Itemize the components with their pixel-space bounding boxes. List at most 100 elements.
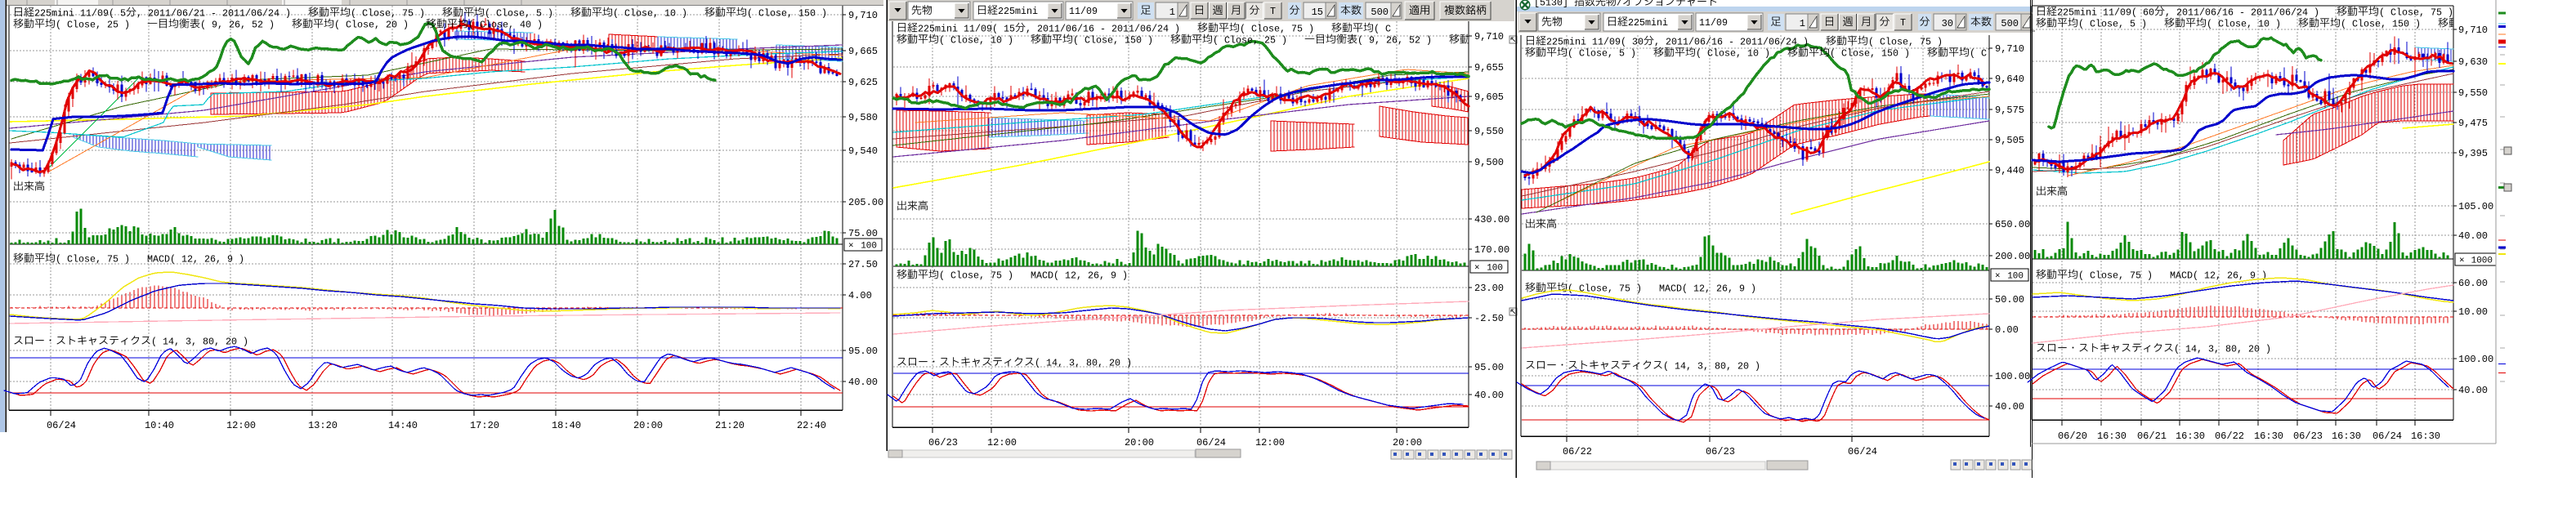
svg-text:75.00: 75.00: [848, 228, 878, 239]
svg-text:9,500: 9,500: [1474, 157, 1504, 168]
svg-text:15: 15: [1312, 7, 1323, 18]
svg-text:225mini 11/09( 30: 225mini 11/09( 30: [1546, 38, 1644, 48]
svg-text:9,665: 9,665: [848, 46, 878, 57]
svg-text:( C: ( C: [1374, 25, 1391, 35]
svg-text:( Close, 20 ): ( Close, 20 ): [334, 20, 426, 31]
svg-text:225mini 11/09( 5: 225mini 11/09( 5: [34, 9, 126, 20]
svg-text:( Close, 75 ): ( Close, 75 ): [1868, 38, 1943, 48]
svg-text:20:00: 20:00: [1125, 437, 1154, 448]
svg-text:×: ×: [2459, 256, 2465, 266]
svg-text:( Close, 40 ): ( Close, 40 ): [468, 20, 543, 31]
svg-text:10:40: 10:40: [145, 420, 174, 431]
svg-text:500: 500: [1371, 7, 1389, 18]
svg-text:16:30: 16:30: [2176, 430, 2205, 442]
svg-text:200.00: 200.00: [1995, 251, 2030, 262]
svg-text:500: 500: [2001, 18, 2019, 29]
svg-text:170.00: 170.00: [1474, 244, 1509, 256]
svg-text:( 14, 3, 80, 20 ): ( 14, 3, 80, 20 ): [151, 337, 248, 348]
svg-text:06/24: 06/24: [2373, 430, 2402, 442]
svg-text:[5130]: [5130]: [1534, 0, 1574, 9]
svg-text:9,655: 9,655: [1474, 62, 1504, 74]
svg-text:12:00: 12:00: [226, 420, 256, 431]
svg-text:23.00: 23.00: [1474, 283, 1504, 294]
svg-text:( Close, 5 ): ( Close, 5 ): [2078, 20, 2164, 30]
svg-text:18:40: 18:40: [552, 420, 581, 431]
svg-text:20:00: 20:00: [633, 420, 663, 431]
svg-text:14:40: 14:40: [388, 420, 418, 431]
svg-text:( Close, 10 ): ( Close, 10 ): [939, 36, 1031, 47]
svg-text:12:00: 12:00: [987, 437, 1017, 448]
svg-text:T: T: [1270, 7, 1276, 17]
svg-text:( Close, 75 ): ( Close, 75 ): [351, 9, 442, 20]
svg-text:( Close, 75 ) MACD( 12, 26,: ( Close, 75 ) MACD( 12, 26, 9 ): [2078, 271, 2267, 282]
svg-text:9,550: 9,550: [1474, 126, 1504, 137]
svg-text:06/24: 06/24: [1848, 446, 1877, 457]
svg-text:9,580: 9,580: [848, 112, 878, 123]
svg-text:9,605: 9,605: [1474, 91, 1504, 103]
svg-text:( 9, 26, 52 ): ( 9, 26, 52 ): [1357, 36, 1449, 47]
svg-text:105.00: 105.00: [2458, 201, 2493, 212]
svg-text:17:20: 17:20: [470, 420, 499, 431]
svg-text:06/22: 06/22: [2215, 430, 2244, 442]
svg-text:( Close, 75 ) MACD( 12, 26,: ( Close, 75 ) MACD( 12, 26, 9 ): [56, 255, 244, 265]
svg-text:×: ×: [1995, 272, 2001, 282]
svg-text:27.50: 27.50: [848, 259, 878, 270]
svg-text:06/23: 06/23: [928, 437, 958, 448]
svg-text:( 9, 26, 52 ): ( 9, 26, 52 ): [200, 20, 292, 31]
svg-text:11/09: 11/09: [1069, 7, 1098, 17]
svg-text:650.00: 650.00: [1995, 219, 2030, 230]
svg-text:( Close, 75 ): ( Close, 75 ): [1240, 25, 1331, 35]
svg-text:( Close, 5 ): ( Close, 5 ): [1568, 49, 1653, 60]
svg-text:9,440: 9,440: [1995, 165, 2024, 176]
svg-text:0.00: 0.00: [1995, 324, 2019, 336]
svg-text:( 14, 3, 80, 20 ): ( 14, 3, 80, 20 ): [2174, 345, 2271, 355]
svg-text:×: ×: [1474, 264, 1480, 274]
svg-text:9,550: 9,550: [2458, 87, 2488, 99]
svg-text:11/09: 11/09: [1699, 18, 1728, 29]
svg-text:06/24: 06/24: [47, 420, 76, 431]
svg-text:100: 100: [2007, 272, 2024, 282]
svg-text:( Close, 10 ): ( Close, 10 ): [2207, 20, 2298, 30]
svg-text:9,710: 9,710: [1995, 43, 2024, 55]
svg-text:430.00: 430.00: [1474, 214, 1509, 225]
svg-text:4.00: 4.00: [848, 290, 872, 301]
svg-text:( Close, 150 ): ( Close, 150 ): [747, 9, 827, 20]
svg-text:( Close, 75 ): ( Close, 75 ): [2379, 8, 2453, 19]
svg-text:40.00: 40.00: [848, 377, 878, 388]
svg-text:/: /: [1617, 0, 1622, 9]
svg-text:95.00: 95.00: [848, 346, 878, 357]
svg-text:16:30: 16:30: [2254, 430, 2283, 442]
svg-text:9,640: 9,640: [1995, 74, 2024, 85]
svg-text:40.00: 40.00: [2458, 230, 2488, 242]
svg-text:( Close, 5 ): ( Close, 5 ): [485, 9, 570, 20]
svg-text:225mini: 225mini: [998, 7, 1038, 17]
svg-text:( Close, 10 ): ( Close, 10 ): [613, 9, 704, 20]
svg-text:9,505: 9,505: [1995, 135, 2024, 146]
svg-text:9,475: 9,475: [2458, 118, 2488, 129]
svg-text:9,540: 9,540: [848, 145, 878, 157]
svg-text:100.00: 100.00: [1995, 371, 2030, 382]
svg-text:( Close, 150 ): ( Close, 150 ): [2341, 20, 2438, 30]
svg-text:06/23: 06/23: [1706, 446, 1735, 457]
svg-text:06/20: 06/20: [2058, 430, 2087, 442]
svg-text:16:30: 16:30: [2411, 430, 2440, 442]
svg-text:, 2011/06/21 - 2011/06/24 ): , 2011/06/21 - 2011/06/24 ): [136, 9, 308, 20]
svg-text:9,710: 9,710: [848, 10, 878, 21]
svg-text:100.00: 100.00: [2458, 354, 2493, 365]
svg-text:205.00: 205.00: [848, 197, 883, 208]
svg-text:60.00: 60.00: [2458, 278, 2488, 289]
svg-text:30: 30: [1942, 18, 1953, 29]
svg-text:12:00: 12:00: [1255, 437, 1285, 448]
svg-text:9,395: 9,395: [2458, 148, 2488, 159]
svg-text:10.00: 10.00: [2458, 306, 2488, 318]
svg-text:225mini 11/09( 60: 225mini 11/09( 60: [2057, 8, 2154, 19]
svg-text:9,630: 9,630: [2458, 56, 2488, 68]
svg-text:21:20: 21:20: [715, 420, 745, 431]
svg-text:( Close, 25 ): ( Close, 25 ): [56, 20, 147, 31]
svg-text:( Close, 150 ): ( Close, 150 ): [1830, 49, 1927, 60]
svg-text:( Close, 75 ) MACD( 12, 26,: ( Close, 75 ) MACD( 12, 26, 9 ): [939, 271, 1128, 282]
svg-text:20:00: 20:00: [1393, 437, 1422, 448]
svg-text:225mini 11/09( 15: 225mini 11/09( 15: [918, 25, 1015, 35]
svg-text:40.00: 40.00: [1995, 401, 2024, 413]
svg-text:9,625: 9,625: [848, 77, 878, 88]
